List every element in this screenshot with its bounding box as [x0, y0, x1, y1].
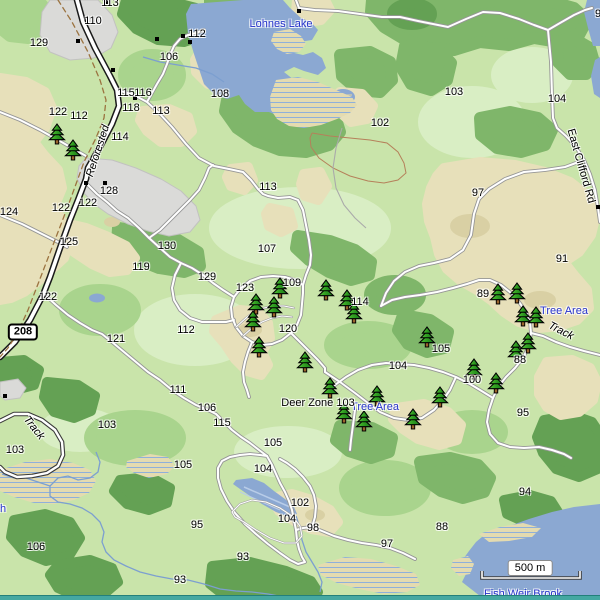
building-marker [155, 37, 159, 41]
building-marker [104, 0, 108, 4]
building-marker [596, 205, 600, 209]
scale-bar-label: 500 m [508, 560, 553, 576]
bottom-ui-strip [0, 595, 600, 600]
map-canvas[interactable]: 1131101291121061081151161181131141221121… [0, 0, 600, 600]
route-shield-208: 208 [8, 324, 38, 341]
building-marker [111, 68, 115, 72]
building-marker [188, 40, 192, 44]
building-marker [133, 96, 137, 100]
map-graphics [0, 0, 600, 600]
building-marker [76, 39, 80, 43]
building-marker [84, 181, 88, 185]
building-marker [181, 34, 185, 38]
building-marker [297, 9, 301, 13]
building-marker [103, 181, 107, 185]
building-marker [3, 394, 7, 398]
